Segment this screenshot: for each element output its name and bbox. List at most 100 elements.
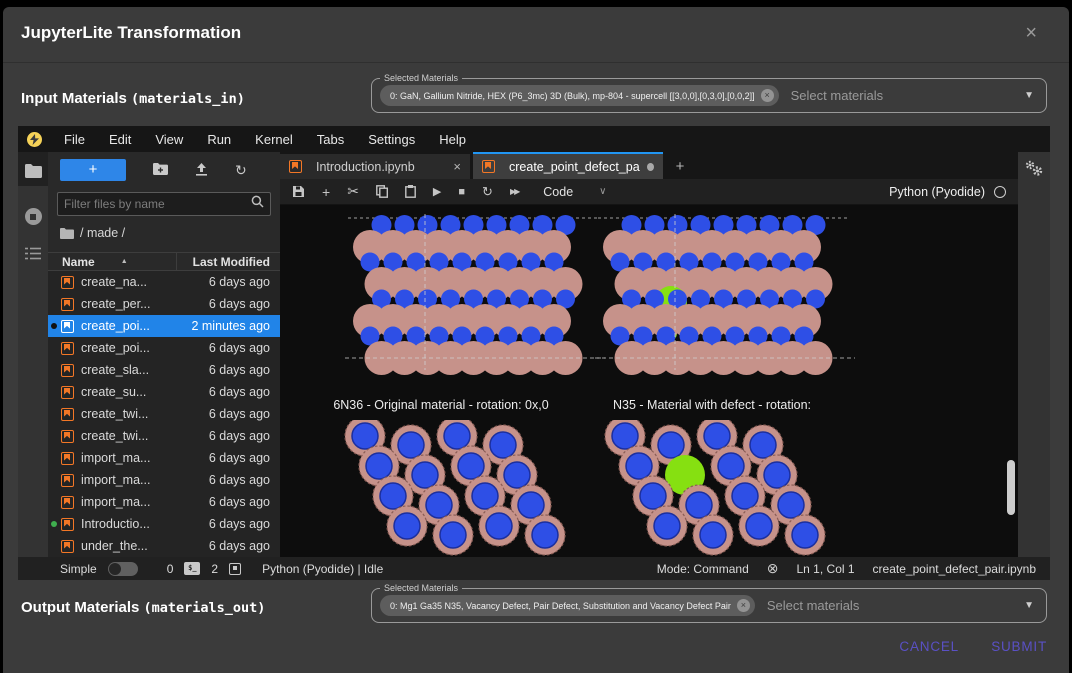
command-mode-indicator[interactable]: Mode: Command	[657, 562, 749, 576]
chevron-down-icon[interactable]: ▼	[1024, 600, 1034, 611]
file-row[interactable]: create_na...6 days ago	[48, 271, 280, 293]
input-material-chip[interactable]: 0: GaN, Gallium Nitride, HEX (P6_3mc) 3D…	[380, 85, 779, 106]
file-modified: 6 days ago	[180, 517, 280, 531]
output-material-chip[interactable]: 0: Mg1 Ga35 N35, Vacancy Defect, Pair De…	[380, 595, 755, 616]
file-row[interactable]: create_per...6 days ago	[48, 293, 280, 315]
file-row[interactable]: create_poi...2 minutes ago	[48, 315, 280, 337]
save-icon[interactable]	[292, 185, 305, 198]
notebook-scrollbar[interactable]	[1007, 460, 1015, 515]
menu-help[interactable]: Help	[427, 132, 478, 147]
menu-run[interactable]: Run	[195, 132, 243, 147]
file-row[interactable]: import_ma...6 days ago	[48, 491, 280, 513]
file-row[interactable]: create_sla...6 days ago	[48, 359, 280, 381]
tab-bar: Introduction.ipynb × create_point_defect…	[280, 152, 1018, 179]
submit-button[interactable]: SUBMIT	[991, 639, 1047, 654]
column-last-modified[interactable]: Last Modified	[176, 253, 280, 270]
chip-remove-icon[interactable]: ×	[761, 89, 774, 102]
menu-settings[interactable]: Settings	[356, 132, 427, 147]
upload-icon[interactable]	[195, 163, 208, 178]
dot-spacer	[51, 367, 57, 373]
add-cell-icon[interactable]: +	[322, 184, 330, 200]
stop-kernel-icon[interactable]: ■	[458, 186, 465, 198]
menu-view[interactable]: View	[143, 132, 195, 147]
close-tab-icon[interactable]: ×	[453, 159, 461, 174]
notebook-icon	[61, 364, 74, 377]
restart-run-all-icon[interactable]: ▶▶	[510, 187, 518, 196]
file-row[interactable]: create_poi...6 days ago	[48, 337, 280, 359]
chevron-down-icon[interactable]: ▼	[1024, 90, 1034, 101]
file-modified: 6 days ago	[180, 297, 280, 311]
kernel-count[interactable]: 2	[211, 562, 218, 576]
tab-introduction[interactable]: Introduction.ipynb ×	[280, 154, 470, 179]
tab-label: create_point_defect_pair.ip	[509, 160, 640, 174]
file-modified: 6 days ago	[180, 341, 280, 355]
file-row[interactable]: import_ma...6 days ago	[48, 469, 280, 491]
file-modified: 6 days ago	[180, 275, 280, 289]
paste-cells-icon[interactable]	[405, 185, 416, 198]
menu-tabs[interactable]: Tabs	[305, 132, 356, 147]
filter-files-box[interactable]	[57, 192, 271, 216]
notebook-icon	[61, 474, 74, 487]
kernel-name[interactable]: Python (Pyodide)	[889, 185, 985, 199]
output-select-legend: Selected Materials	[380, 583, 462, 593]
cut-cells-icon[interactable]: ✂	[347, 183, 359, 200]
file-browser-icon[interactable]	[18, 152, 48, 186]
cell-type-dropdown[interactable]: Code ∨	[543, 185, 606, 199]
output-materials-label-text: Output Materials	[21, 599, 144, 616]
input-select-legend: Selected Materials	[380, 73, 462, 83]
breadcrumb[interactable]: / made /	[60, 226, 125, 240]
transformation-dialog: JupyterLite Transformation × Input Mater…	[3, 7, 1069, 673]
file-list-header: Name▲ Last Modified	[48, 252, 280, 271]
notebook-icon	[61, 320, 74, 333]
column-name[interactable]: Name▲	[48, 255, 176, 269]
close-icon[interactable]: ×	[1025, 22, 1037, 45]
terminal-count[interactable]: 0	[167, 562, 174, 576]
input-materials-select[interactable]: Selected Materials 0: GaN, Gallium Nitri…	[371, 73, 1047, 113]
cancel-button[interactable]: CANCEL	[899, 639, 959, 654]
table-of-contents-icon[interactable]	[25, 247, 41, 265]
tab-create-point-defect-pair[interactable]: create_point_defect_pair.ip	[473, 152, 663, 179]
file-name: create_sla...	[81, 363, 180, 377]
trust-shield-icon[interactable]: ⊗	[767, 560, 779, 577]
run-cell-icon[interactable]: ▶	[433, 185, 441, 198]
restart-kernel-icon[interactable]: ↻	[482, 184, 493, 200]
notebook-icon	[289, 160, 302, 173]
breadcrumb-path[interactable]: / made /	[80, 226, 125, 240]
file-row[interactable]: under_the...6 days ago	[48, 535, 280, 557]
dot-spacer	[51, 543, 57, 549]
file-modified: 6 days ago	[180, 407, 280, 421]
input-materials-label-text: Input Materials	[21, 90, 131, 107]
file-browser-panel: + ↻ / made /	[48, 152, 280, 557]
file-row[interactable]: create_twi...6 days ago	[48, 425, 280, 447]
menu-file[interactable]: File	[52, 132, 97, 147]
file-modified: 6 days ago	[180, 495, 280, 509]
file-modified: 6 days ago	[180, 539, 280, 553]
new-folder-icon[interactable]	[153, 163, 168, 177]
simple-mode-toggle[interactable]	[108, 562, 138, 576]
file-row[interactable]: create_su...6 days ago	[48, 381, 280, 403]
cursor-position[interactable]: Ln 1, Col 1	[797, 562, 855, 576]
new-tab-button[interactable]: +	[666, 154, 694, 179]
menu-edit[interactable]: Edit	[97, 132, 143, 147]
file-row[interactable]: Introductio...6 days ago	[48, 513, 280, 535]
notebook-icon	[61, 430, 74, 443]
jupyterlite-logo-icon[interactable]	[27, 132, 42, 147]
new-launcher-button[interactable]: +	[60, 159, 126, 181]
running-sessions-icon[interactable]	[25, 208, 42, 225]
chip-remove-icon[interactable]: ×	[737, 599, 750, 612]
file-row[interactable]: create_twi...6 days ago	[48, 403, 280, 425]
kernel-state[interactable]: Python (Pyodide) | Idle	[262, 562, 383, 576]
kernel-status-icon[interactable]	[994, 186, 1006, 198]
copy-cells-icon[interactable]	[376, 185, 388, 198]
property-inspector-icon[interactable]	[1025, 160, 1043, 182]
dialog-header: JupyterLite Transformation ×	[3, 7, 1069, 63]
filter-files-input[interactable]	[64, 197, 251, 211]
refresh-icon[interactable]: ↻	[235, 163, 247, 177]
file-name: create_na...	[81, 275, 180, 289]
output-select-placeholder[interactable]: Select materials	[767, 598, 1012, 613]
dot-spacer	[51, 301, 57, 307]
output-materials-select[interactable]: Selected Materials 0: Mg1 Ga35 N35, Vaca…	[371, 583, 1047, 623]
menu-kernel[interactable]: Kernel	[243, 132, 305, 147]
file-row[interactable]: import_ma...6 days ago	[48, 447, 280, 469]
input-select-placeholder[interactable]: Select materials	[791, 88, 1012, 103]
